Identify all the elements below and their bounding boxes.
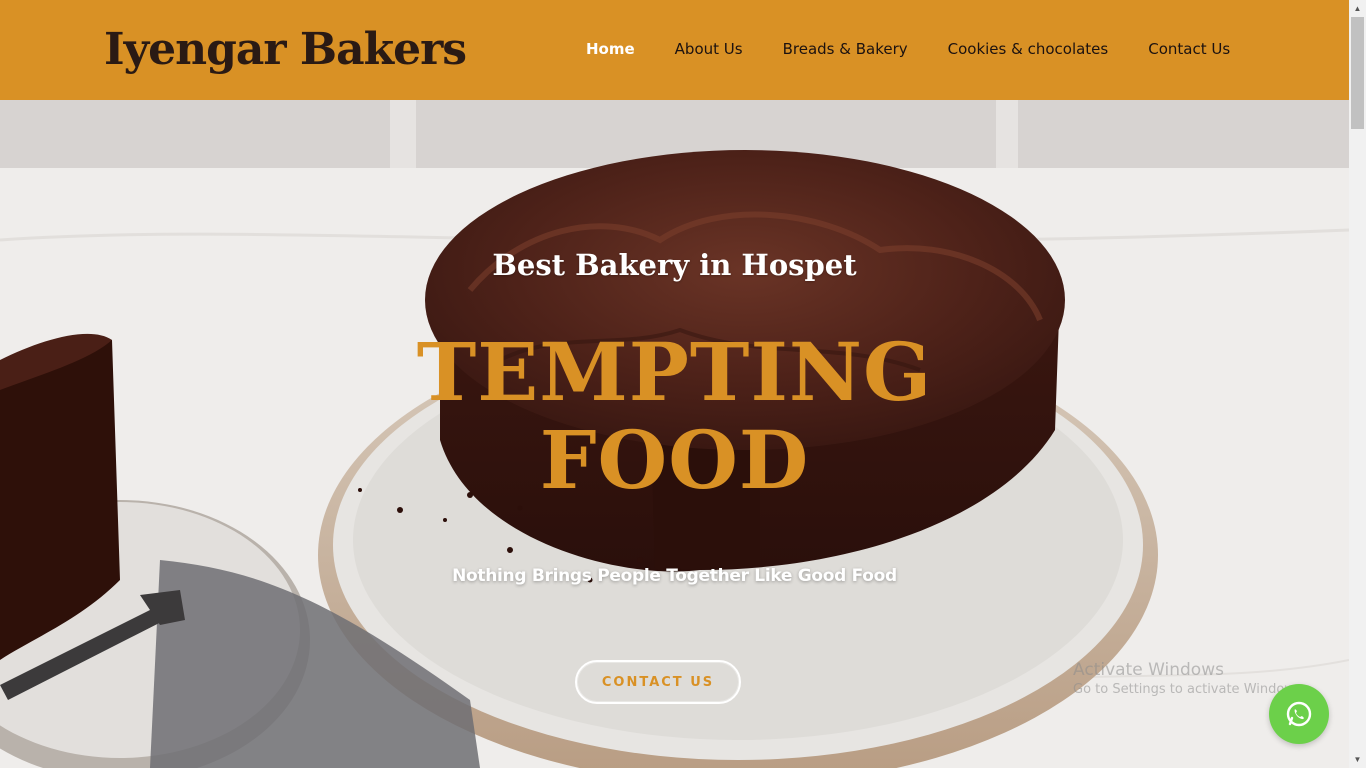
nav-contact-us[interactable]: Contact Us <box>1148 40 1230 58</box>
contact-us-button[interactable]: CONTACT US <box>575 660 741 704</box>
whatsapp-button[interactable] <box>1269 684 1329 744</box>
hero-subtitle: Best Bakery in Hospet <box>492 248 857 282</box>
watermark-title: Activate Windows <box>1073 660 1224 680</box>
scroll-down-icon[interactable]: ▼ <box>1349 751 1366 768</box>
nav-cookies-chocolates[interactable]: Cookies & chocolates <box>948 40 1109 58</box>
nav-home[interactable]: Home <box>586 40 635 58</box>
site-logo[interactable]: Iyengar Bakers <box>104 24 467 75</box>
main-nav: Home About Us Breads & Bakery Cookies & … <box>586 40 1270 58</box>
vertical-scrollbar[interactable]: ▲ ▼ <box>1349 0 1366 768</box>
nav-breads-bakery[interactable]: Breads & Bakery <box>783 40 908 58</box>
whatsapp-icon <box>1286 701 1312 727</box>
watermark-subtitle: Go to Settings to activate Windows. <box>1073 682 1306 697</box>
scrollbar-thumb[interactable] <box>1351 17 1364 129</box>
site-header: Iyengar Bakers Home About Us Breads & Ba… <box>0 0 1349 100</box>
hero-headline-line1: TEMPTING <box>416 325 933 419</box>
hero-section: Best Bakery in Hospet TEMPTING FOOD Noth… <box>0 100 1349 768</box>
scroll-up-icon[interactable]: ▲ <box>1349 0 1366 17</box>
hero-headline-line2: FOOD <box>539 413 810 507</box>
hero-tagline: Nothing Brings People Together Like Good… <box>452 566 897 586</box>
windows-activation-watermark: Activate Windows Go to Settings to activ… <box>1073 660 1306 697</box>
nav-about-us[interactable]: About Us <box>675 40 743 58</box>
